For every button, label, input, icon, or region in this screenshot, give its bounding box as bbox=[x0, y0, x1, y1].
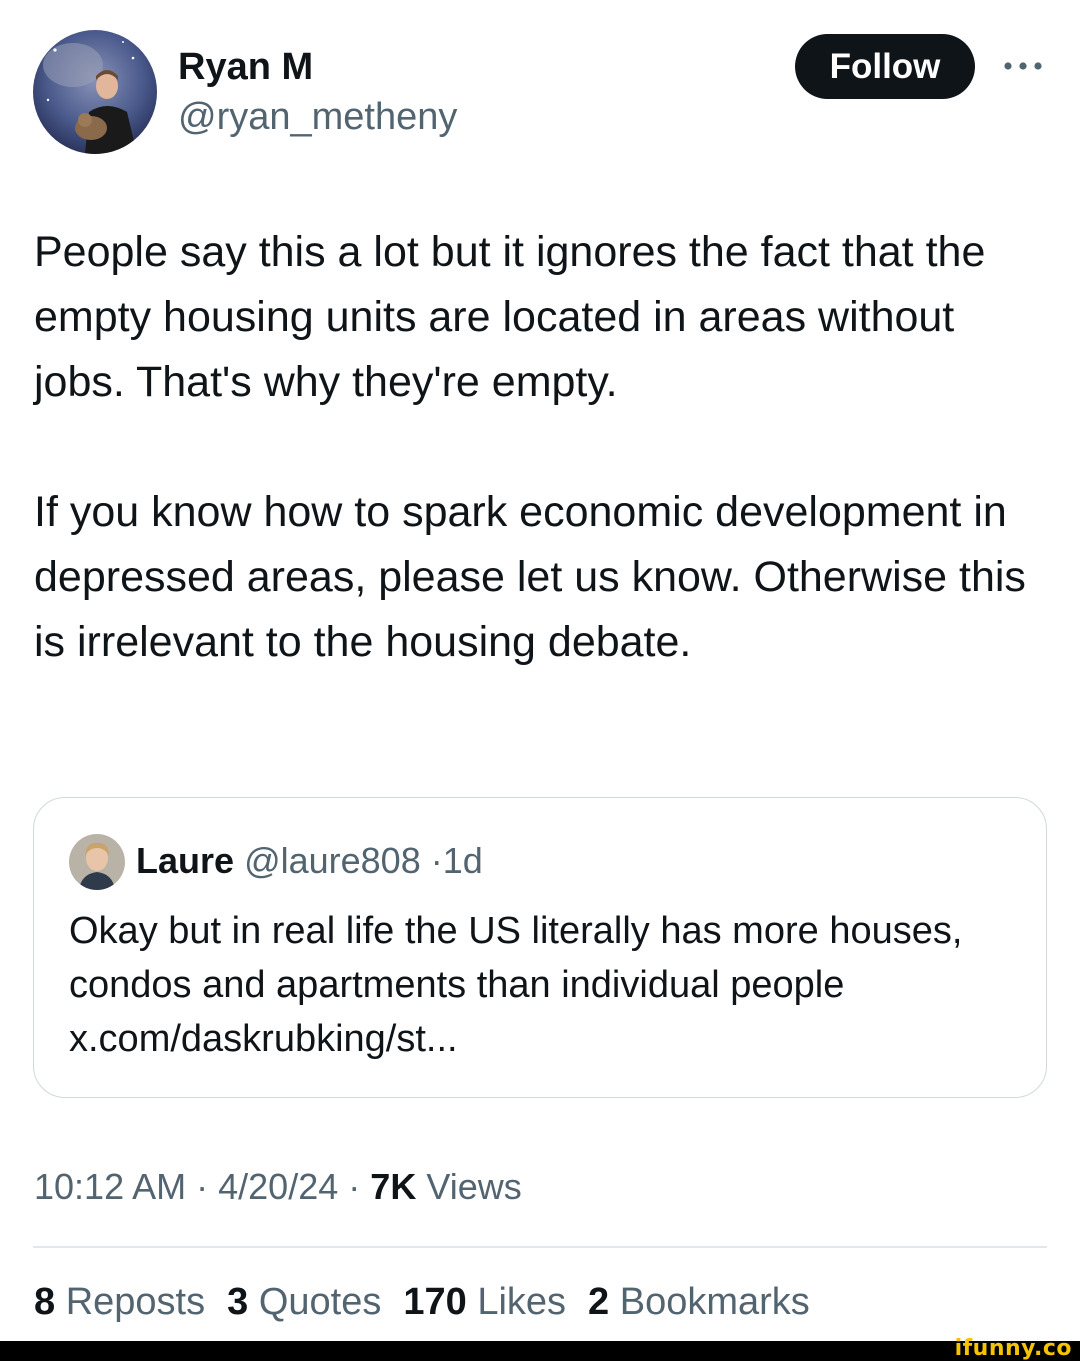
quotes-count: 3 bbox=[227, 1281, 249, 1323]
quoted-tweet-card[interactable]: Laure @laure808 ·1d Okay but in real lif… bbox=[33, 797, 1047, 1098]
views-count: 7K bbox=[370, 1166, 417, 1207]
author-avatar[interactable] bbox=[33, 30, 157, 154]
author-name[interactable]: Ryan M bbox=[178, 44, 313, 90]
reposts-count: 8 bbox=[34, 1281, 56, 1323]
tweet-date[interactable]: 4/20/24 bbox=[218, 1166, 338, 1207]
bookmarks-count: 2 bbox=[588, 1281, 610, 1323]
likes-stat[interactable]: 170 Likes bbox=[403, 1278, 566, 1326]
follow-button[interactable]: Follow bbox=[795, 34, 975, 99]
more-horizontal-icon bbox=[1003, 62, 1042, 70]
reposts-label: Reposts bbox=[65, 1281, 206, 1323]
meta-separator: · bbox=[196, 1166, 209, 1207]
likes-label: Likes bbox=[477, 1281, 567, 1323]
bookmarks-label: Bookmarks bbox=[619, 1281, 810, 1323]
meta-separator: · bbox=[348, 1166, 361, 1207]
engagement-stats: 8 Reposts 3 Quotes 170 Likes 2 Bookmarks bbox=[34, 1278, 810, 1326]
quoted-author-avatar[interactable] bbox=[69, 834, 125, 890]
quoted-author-name[interactable]: Laure bbox=[136, 840, 234, 881]
tweet-text: People say this a lot but it ignores the… bbox=[34, 220, 1054, 675]
quoted-tweet-age[interactable]: 1d bbox=[443, 840, 483, 881]
quoted-tweet-text: Okay but in real life the US literally h… bbox=[69, 910, 963, 1060]
author-handle[interactable]: @ryan_metheny bbox=[178, 94, 457, 140]
quoted-tweet-header: Laure @laure808 ·1d bbox=[136, 838, 483, 884]
watermark-bar bbox=[0, 1341, 1080, 1361]
views-label: Views bbox=[426, 1166, 522, 1207]
more-options-button[interactable] bbox=[995, 48, 1050, 84]
quoted-separator: · bbox=[430, 840, 443, 881]
quoted-author-avatar-image bbox=[69, 834, 125, 890]
quotes-label: Quotes bbox=[258, 1281, 382, 1323]
tweet-meta: 10:12 AM · 4/20/24 · 7K Views bbox=[34, 1164, 522, 1210]
ifunny-watermark: ifunny.co bbox=[954, 1336, 1072, 1361]
quoted-author-handle[interactable]: @laure808 bbox=[244, 840, 421, 881]
tweet-paragraph: People say this a lot but it ignores the… bbox=[34, 228, 986, 406]
reposts-stat[interactable]: 8 Reposts bbox=[34, 1278, 205, 1326]
tweet-paragraph: If you know how to spark economic develo… bbox=[34, 488, 1026, 666]
author-avatar-image bbox=[33, 30, 157, 154]
tweet-time[interactable]: 10:12 AM bbox=[34, 1166, 186, 1207]
bookmarks-stat[interactable]: 2 Bookmarks bbox=[588, 1278, 810, 1326]
likes-count: 170 bbox=[403, 1281, 467, 1323]
quotes-stat[interactable]: 3 Quotes bbox=[227, 1278, 381, 1326]
divider bbox=[33, 1246, 1047, 1248]
